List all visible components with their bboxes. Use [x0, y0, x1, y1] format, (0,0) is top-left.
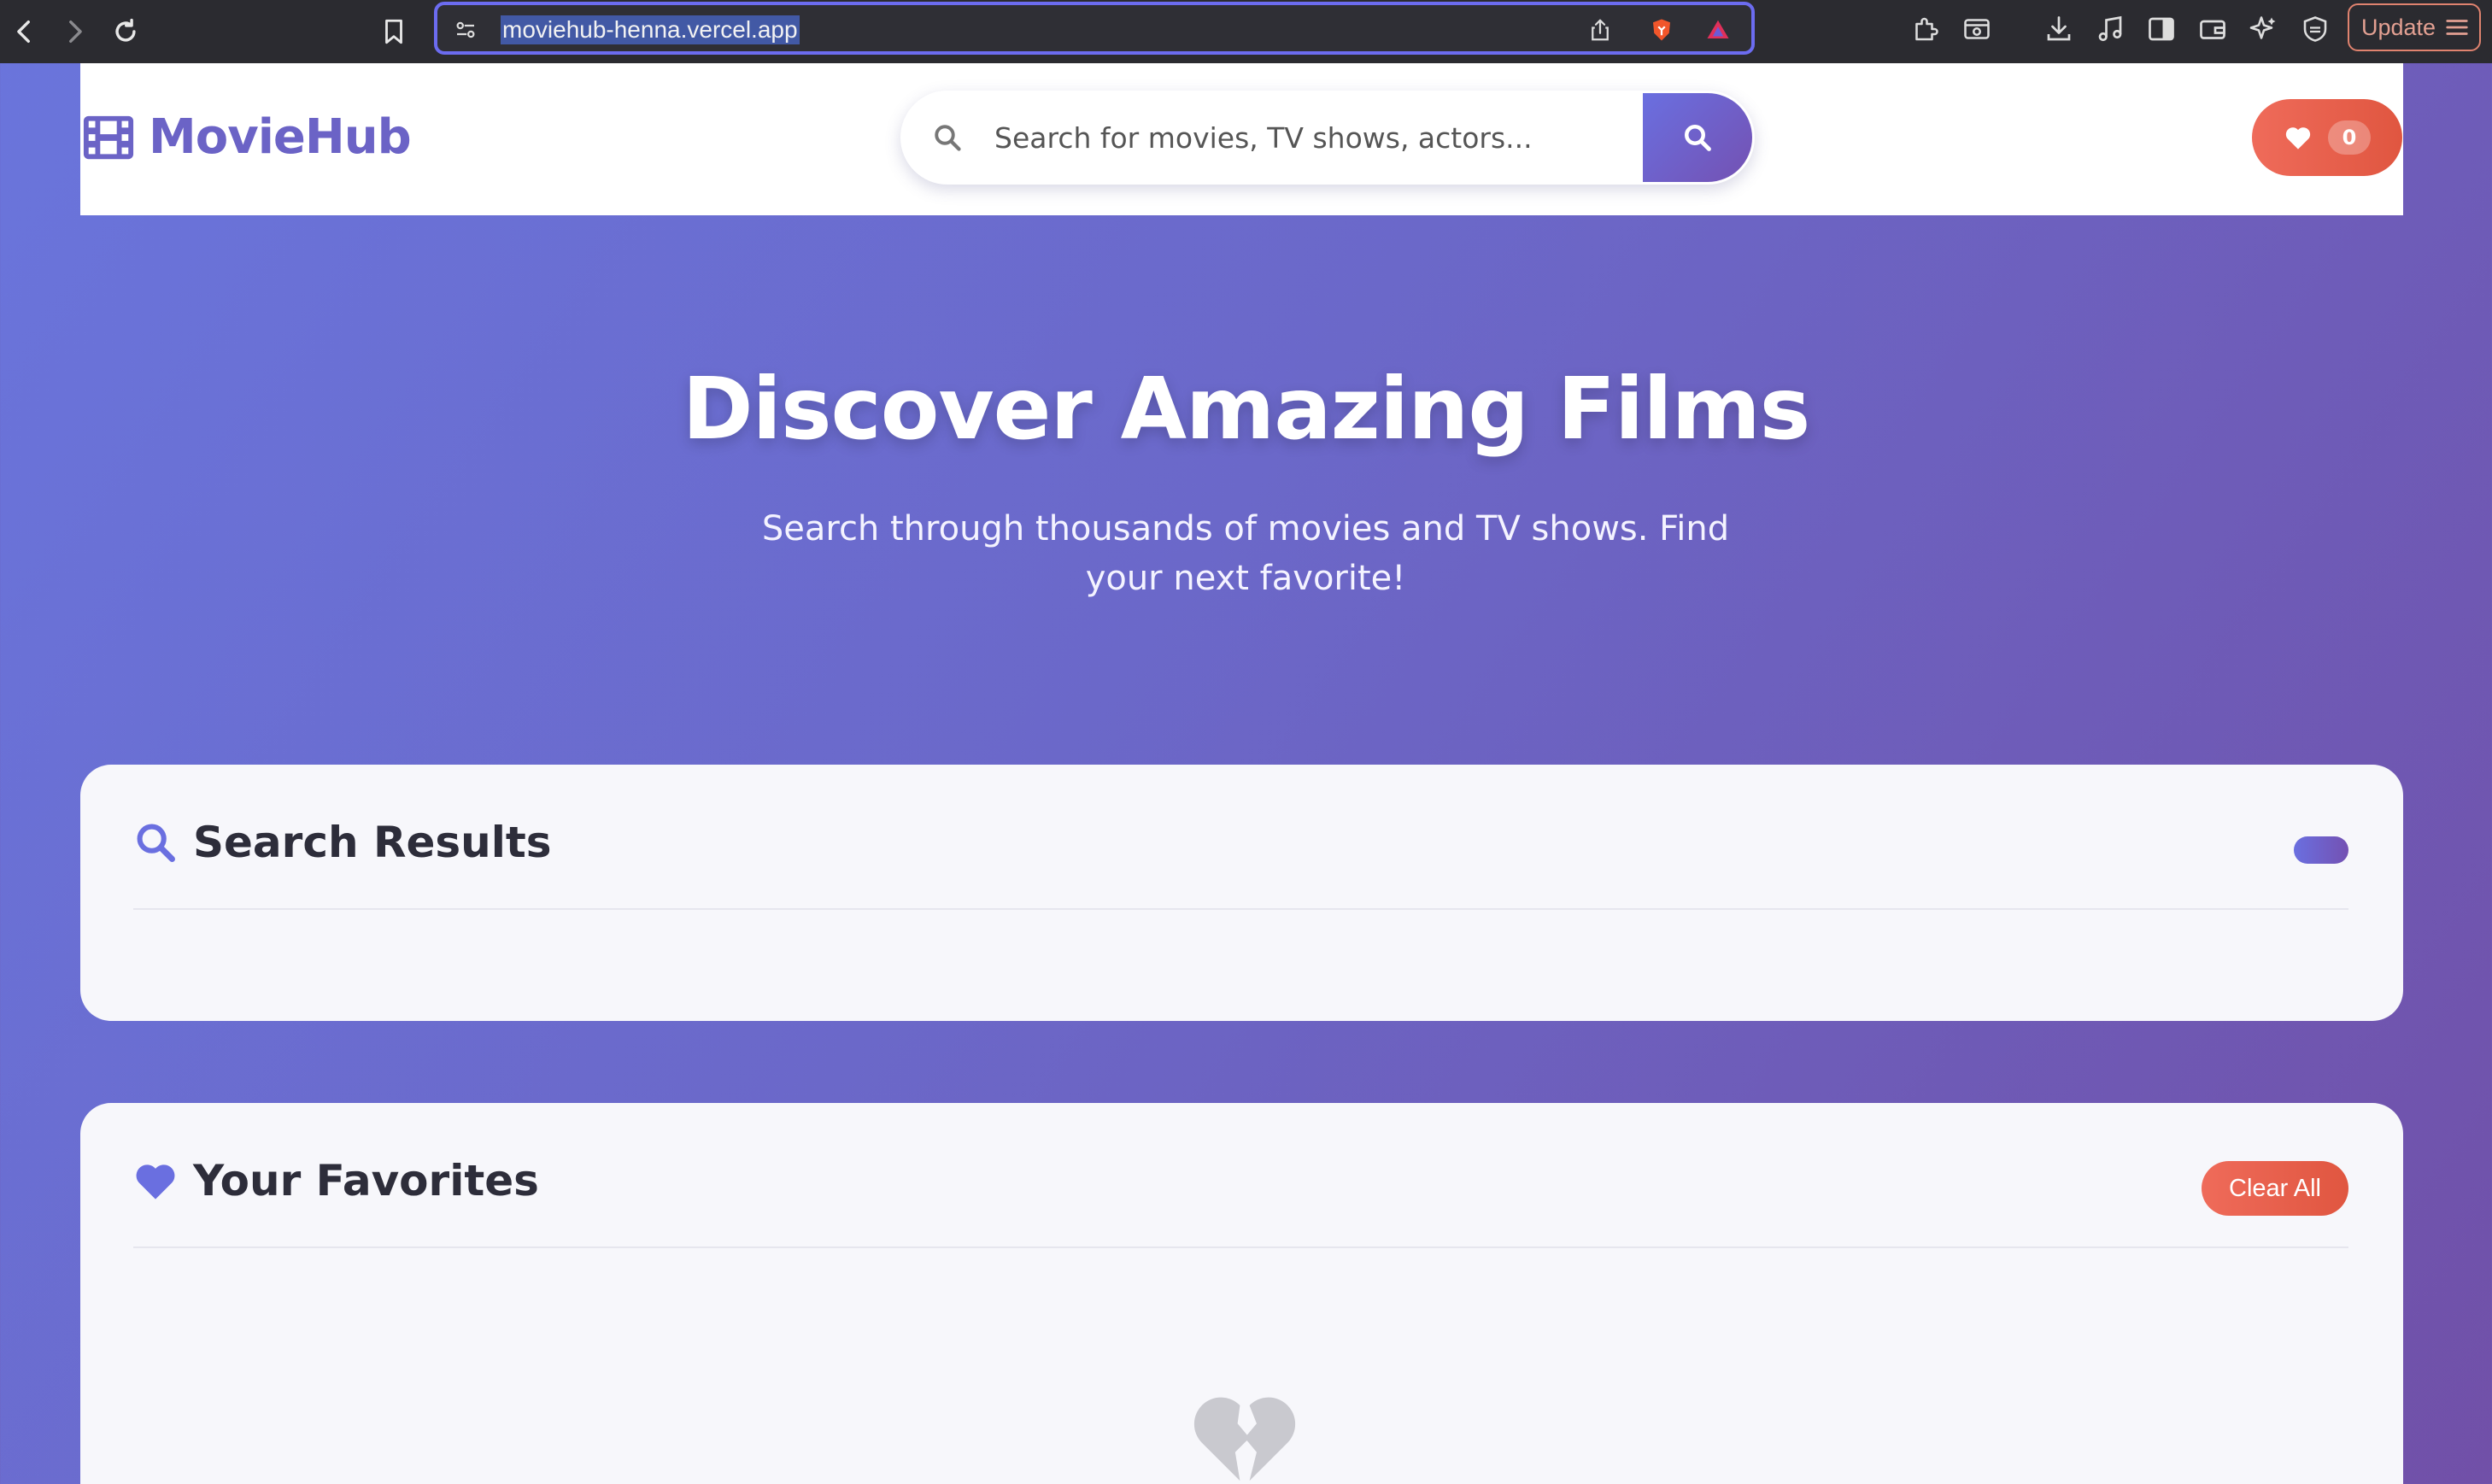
vpn-shield-icon[interactable] — [2296, 10, 2334, 48]
section-title: Your Favorites — [193, 1156, 539, 1205]
download-icon[interactable] — [2040, 10, 2078, 48]
share-icon[interactable] — [1586, 15, 1615, 44]
update-label: Update — [2361, 14, 2436, 40]
reload-icon[interactable] — [103, 9, 149, 55]
divider — [133, 1246, 2348, 1248]
film-icon — [83, 115, 134, 159]
clear-all-button[interactable]: Clear All — [2202, 1161, 2348, 1216]
search-icon — [900, 91, 994, 185]
site-header: MovieHub 0 — [80, 63, 2403, 215]
logo-text: MovieHub — [149, 109, 412, 165]
heart-icon — [2285, 127, 2311, 150]
hero-subtitle: Search through thousands of movies and T… — [761, 509, 1730, 598]
favorites-section: Your Favorites Clear All — [80, 1103, 2403, 1484]
search-results-section: Search Results — [80, 765, 2403, 1021]
search-bar — [900, 91, 1755, 185]
divider — [133, 908, 2348, 910]
forward-arrow-icon[interactable] — [51, 9, 97, 55]
section-heading: Your Favorites — [133, 1156, 539, 1205]
view-toggle[interactable] — [2294, 836, 2348, 864]
leo-ai-icon[interactable] — [2245, 10, 2283, 48]
search-icon — [137, 824, 175, 862]
logo[interactable]: MovieHub — [82, 109, 412, 165]
brave-shield-icon[interactable] — [1647, 15, 1676, 44]
bookmark-icon[interactable] — [371, 9, 417, 55]
address-bar[interactable]: moviehub-henna.vercel.app — [434, 2, 1755, 55]
update-button[interactable]: Update — [2348, 3, 2481, 51]
wallet-icon[interactable] — [2194, 10, 2231, 48]
section-heading: Search Results — [133, 818, 552, 867]
sidebar-icon[interactable] — [2143, 10, 2180, 48]
menu-icon — [2446, 20, 2468, 35]
heart-icon — [136, 1164, 175, 1200]
browser-toolbar: moviehub-henna.vercel.app Update — [0, 0, 2492, 63]
search-input[interactable] — [994, 91, 1643, 185]
music-icon[interactable] — [2091, 10, 2129, 48]
section-title: Search Results — [193, 818, 552, 867]
favorites-count-badge: 0 — [2328, 120, 2371, 155]
extensions-icon[interactable] — [1907, 10, 1944, 48]
favorites-button[interactable]: 0 — [2252, 99, 2402, 176]
brave-rewards-icon[interactable] — [1703, 15, 1733, 44]
hero-title: Discover Amazing Films — [682, 359, 1811, 459]
search-button[interactable] — [1643, 93, 1752, 182]
screenshot-icon[interactable] — [1958, 10, 1996, 48]
back-arrow-icon[interactable] — [2, 9, 48, 55]
url-text[interactable]: moviehub-henna.vercel.app — [501, 15, 800, 44]
site-settings-icon[interactable] — [451, 15, 480, 44]
search-icon — [1685, 125, 1711, 151]
broken-heart-icon — [1193, 1397, 1296, 1481]
